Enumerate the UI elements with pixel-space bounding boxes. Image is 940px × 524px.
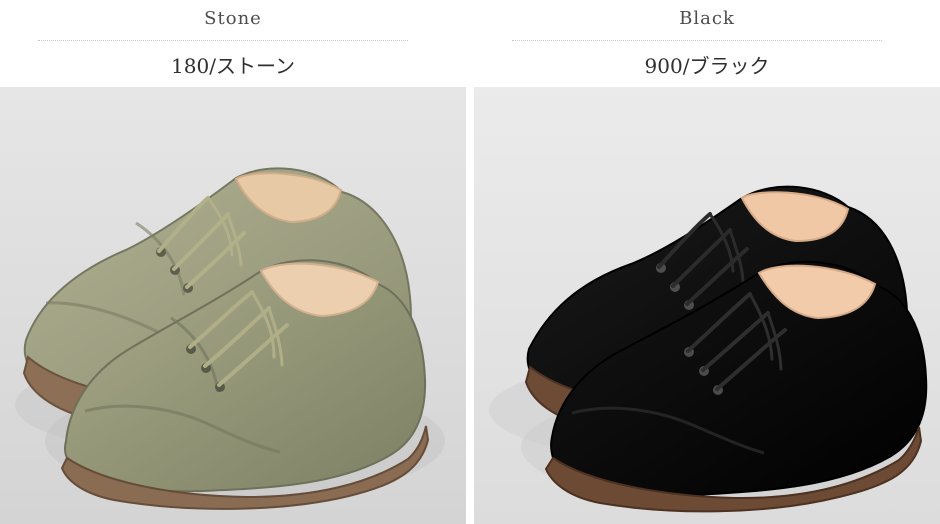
stone-panel: Stone 180/ストーン <box>0 0 466 524</box>
stone-label: Stone <box>204 8 262 29</box>
stone-shoes-image <box>0 87 466 524</box>
stone-code: 180/ストーン <box>171 54 295 78</box>
black-label: Black <box>679 8 735 29</box>
black-shoes-image <box>474 87 940 524</box>
stone-photo <box>0 87 466 524</box>
black-panel: Black 900/ブラック <box>474 0 940 524</box>
variant-comparison: Stone 180/ストーン Black 900/ブラック <box>0 0 940 524</box>
black-code: 900/ブラック <box>644 54 770 78</box>
black-divider <box>512 40 882 41</box>
black-header: Black 900/ブラック <box>474 0 940 87</box>
stone-header: Stone 180/ストーン <box>0 0 466 87</box>
black-photo <box>474 87 940 524</box>
stone-divider <box>38 40 408 41</box>
